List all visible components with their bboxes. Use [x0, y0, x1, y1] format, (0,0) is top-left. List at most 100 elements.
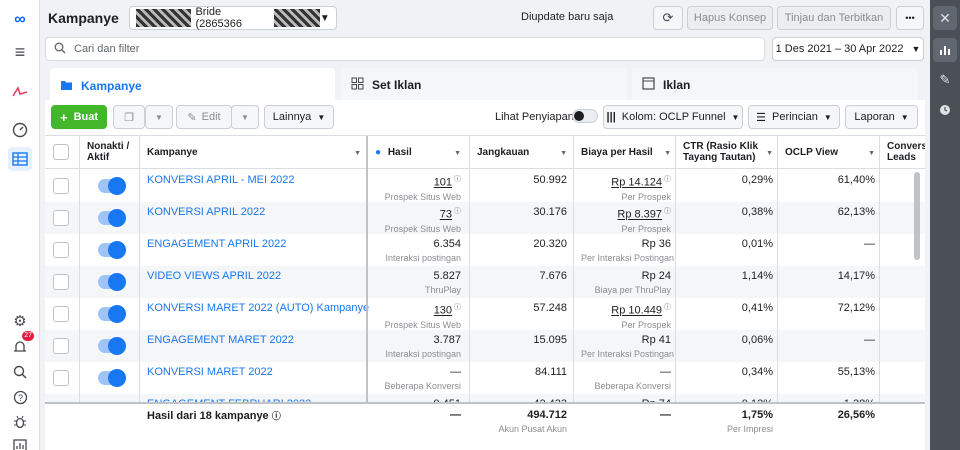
history-icon[interactable] [933, 98, 957, 122]
campaign-toggle[interactable] [98, 369, 126, 387]
search-icon[interactable] [8, 360, 32, 384]
reports-icon[interactable] [8, 434, 32, 450]
campaign-panel: + Buat ❐ ▼ ✎ Edit ▼ Lainnya ▼ Lihat Peny… [45, 100, 925, 450]
refresh-button[interactable]: ⟳ [653, 6, 683, 30]
campaign-toggle[interactable] [98, 337, 126, 355]
col-header-ctr[interactable]: CTR (Rasio Klik Tayang Tautan) ▼ [677, 136, 779, 169]
chevron-down-icon: ▼ [155, 112, 163, 122]
col-header-campaign[interactable]: Kampanye ▼ [141, 136, 367, 169]
preview-toggle-label: Lihat Penyiapan [495, 111, 574, 123]
reach-value: 84.111 [534, 366, 567, 378]
duplicate-button[interactable]: ❐ [113, 105, 145, 129]
ctr-cell: 0,12% [677, 394, 779, 402]
reach-value: 20.320 [533, 238, 567, 250]
row-checkbox[interactable] [53, 306, 69, 322]
reports-button[interactable]: Laporan ▼ [845, 105, 918, 129]
more-options-button[interactable]: ••• [896, 6, 924, 30]
cost-cell: Rp 41 Per Interaksi Postingan [575, 330, 677, 362]
campaign-name-link[interactable]: KONVERSI APRIL 2022 [147, 206, 361, 218]
duplicate-icon: ❐ [124, 111, 134, 124]
columns-button[interactable]: ||| Kolom: OCLP Funnel ▼ [603, 105, 743, 129]
help-icon[interactable]: ? [8, 385, 32, 409]
col-header-cost-per-result[interactable]: Biaya per Hasil ▼ [575, 136, 677, 169]
row-checkbox[interactable] [53, 210, 69, 226]
campaign-name-link[interactable]: ENGAGEMENT APRIL 2022 [147, 238, 361, 250]
create-button[interactable]: + Buat [51, 105, 107, 129]
ctr-value: 0,41% [741, 302, 773, 314]
reach-cell: 20.320 [471, 234, 573, 266]
pencil-icon[interactable]: ✎ [933, 68, 957, 92]
oclp-cell: — [779, 330, 881, 362]
col-header-toggle[interactable]: Nonakti / Aktif [81, 136, 139, 169]
row-checkbox[interactable] [53, 242, 69, 258]
result-number[interactable]: 130 [434, 305, 452, 317]
cost-number[interactable]: Rp 14.124 [611, 177, 662, 189]
result-number[interactable]: 73 [440, 209, 452, 221]
menu-icon[interactable]: ≡ [8, 40, 32, 64]
campaign-name-link[interactable]: VIDEO VIEWS APRIL 2022 [147, 270, 361, 282]
campaign-name-link[interactable]: ENGAGEMENT MARET 2022 [147, 334, 361, 346]
campaign-name-link[interactable]: KONVERSI MARET 2022 (AUTO) Kampanye [147, 302, 369, 314]
account-brand-icon[interactable] [8, 80, 32, 104]
dashboard-icon[interactable] [8, 118, 32, 142]
duplicate-dropdown[interactable]: ▼ [145, 105, 173, 129]
discard-drafts-button[interactable]: Hapus Konsep [687, 6, 773, 30]
campaign-toggle[interactable] [98, 209, 126, 227]
cost-value: Rp 10.449 ⓘ [581, 302, 671, 317]
account-selector[interactable]: Bride (2865366 ▼ [128, 6, 337, 30]
search-input[interactable] [74, 43, 714, 55]
chevron-down-icon: ▼ [319, 12, 330, 24]
tab-campaigns[interactable]: Kampanye [50, 68, 335, 104]
cost-number[interactable]: Rp 8.397 [617, 209, 662, 221]
campaign-toggle[interactable] [98, 273, 126, 291]
campaign-toggle[interactable] [98, 241, 126, 259]
cost-type: Per Prospek [621, 191, 671, 202]
select-all-checkbox[interactable] [53, 144, 69, 160]
edit-button[interactable]: ✎ Edit [176, 105, 232, 129]
result-value: 101 ⓘ [375, 174, 461, 189]
cost-cell: Rp 24 Biaya per ThruPlay [575, 266, 677, 298]
review-publish-button[interactable]: Tinjau dan Terbitkan [777, 6, 891, 30]
campaign-name-link[interactable]: KONVERSI MARET 2022 [147, 366, 361, 378]
campaign-name-link[interactable]: KONVERSI APRIL - MEI 2022 [147, 174, 361, 186]
row-checkbox[interactable] [53, 370, 69, 386]
cost-number[interactable]: Rp 10.449 [611, 305, 662, 317]
sort-icon: ▼ [454, 150, 461, 157]
row-checkbox[interactable] [53, 338, 69, 354]
ctr-value: 0,34% [741, 366, 773, 378]
row-checkbox[interactable] [53, 274, 69, 290]
search-filter-bar[interactable] [45, 37, 765, 61]
chart-icon[interactable] [933, 38, 957, 62]
close-icon[interactable]: ✕ [933, 6, 957, 30]
toggle-cell [81, 266, 139, 298]
breakdown-button[interactable]: ☰ Perincian ▼ [748, 105, 840, 129]
vertical-scrollbar[interactable] [914, 172, 920, 260]
cost-type: Per Prospek [621, 223, 671, 234]
campaign-toggle[interactable] [98, 305, 126, 323]
col-header-reach[interactable]: Jangkauan ▼ [471, 136, 573, 169]
cost-value: Rp 8.397 ⓘ [581, 206, 671, 221]
settings-icon[interactable]: ⚙ [8, 309, 32, 333]
reach-cell: 7.676 [471, 266, 573, 298]
ad-icon [642, 77, 655, 93]
col-header-conversion-leads[interactable]: Convers Leads [881, 136, 925, 169]
col-header-oclp-view[interactable]: OCLP View ▼ [779, 136, 881, 169]
result-number[interactable]: 101 [434, 177, 452, 189]
edit-dropdown[interactable]: ▼ [231, 105, 259, 129]
row-checkbox[interactable] [53, 178, 69, 194]
date-range-picker[interactable]: 1 Des 2021 – 30 Apr 2022 ▼ [772, 37, 924, 61]
more-actions-button[interactable]: Lainnya ▼ [264, 105, 334, 129]
notifications-icon[interactable]: 27 [8, 331, 34, 359]
meta-logo-icon[interactable]: ∞ [8, 8, 32, 32]
campaign-table-icon[interactable] [8, 147, 32, 171]
tab-ad-sets[interactable]: Set Iklan [341, 68, 627, 102]
sort-icon: ▼ [766, 150, 773, 157]
campaign-toggle[interactable] [98, 177, 126, 195]
right-side-panel: ✕ ✎ [930, 0, 960, 450]
tab-ads[interactable]: Iklan [632, 68, 918, 102]
ads-manager: ∞ ≡ ⚙ 27 ? Kampanye Bride (2865366 ▼ Diu… [0, 0, 960, 450]
bug-icon[interactable] [8, 410, 32, 434]
preview-toggle[interactable] [572, 109, 598, 123]
col-header-results[interactable]: ● Hasil ▼ [369, 136, 467, 169]
campaign-name-cell: KONVERSI MARET 2022 (AUTO) Kampanye [141, 298, 369, 330]
